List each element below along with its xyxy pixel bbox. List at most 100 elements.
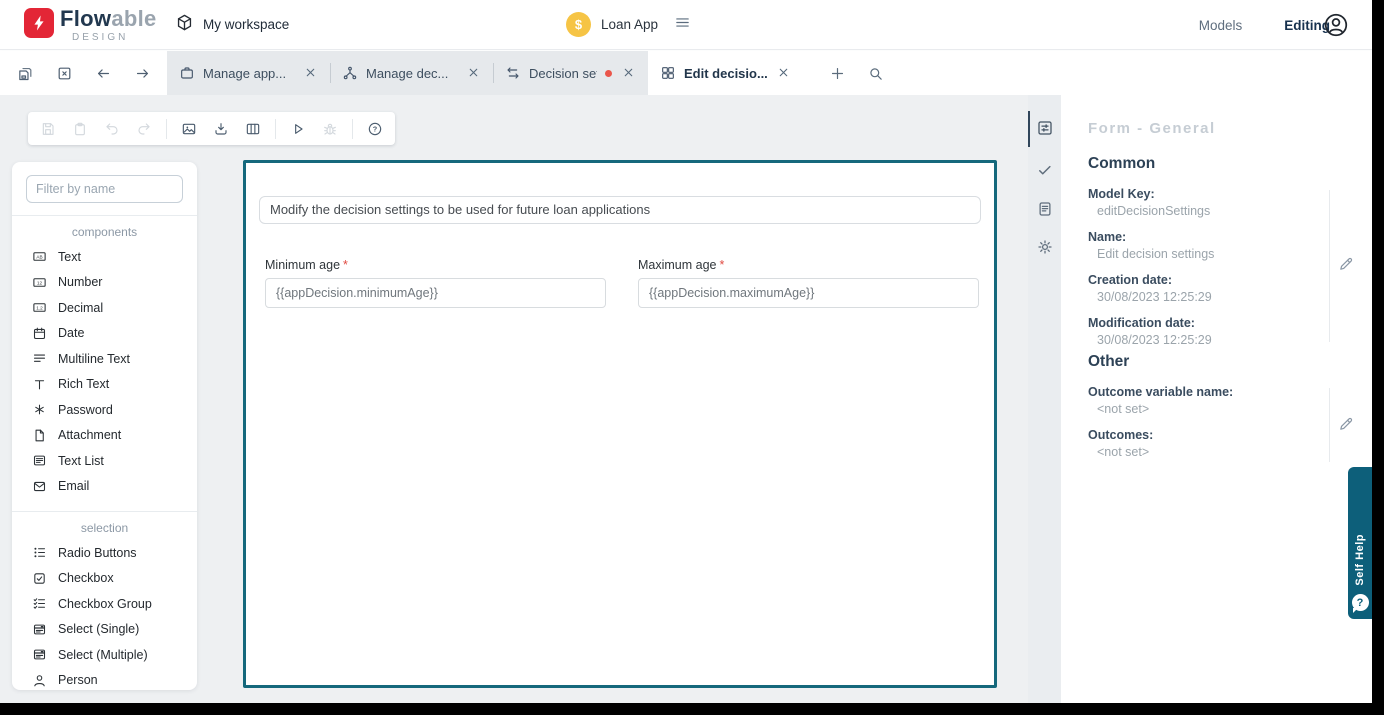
palette-item-label: Email [58,479,89,493]
export-image-icon[interactable] [179,119,199,139]
form-canvas[interactable]: Modify the decision settings to be used … [243,160,997,688]
palette-item-radio-buttons[interactable]: Radio Buttons [12,540,197,566]
app-name: Loan App [601,17,658,32]
brand-flow: Flow [60,6,111,31]
palette-item-rich-text[interactable]: Rich Text [12,372,197,398]
current-app[interactable]: $ Loan App [566,12,691,37]
layout-columns-icon[interactable] [243,119,263,139]
number-field-icon: 12 [31,274,47,290]
palette-item-select-single[interactable]: Select (Single) [12,617,197,643]
password-field-icon [31,402,47,418]
palette-item-person[interactable]: Person [12,668,197,694]
self-help-button[interactable]: Self Help ? [1348,467,1372,619]
property-label: Name: [1088,229,1310,246]
palette-item-select-multiple[interactable]: Select (Multiple) [12,642,197,668]
close-icon[interactable] [622,66,636,80]
toolbar-divider [352,119,353,139]
palette-item-decimal[interactable]: 1.2 Decimal [12,295,197,321]
add-tab-icon[interactable] [825,61,849,85]
undo-icon[interactable] [102,119,122,139]
palette-item-number[interactable]: 12Number [12,270,197,296]
redo-icon[interactable] [134,119,154,139]
briefcase-icon [179,65,195,81]
edit-rail [1329,190,1330,342]
text-field-icon: AB [31,249,47,265]
tab-label: Edit decisio... [684,66,769,81]
search-tabs-icon[interactable] [863,61,887,85]
back-arrow-icon[interactable] [90,60,116,86]
palette-item-checkbox-group[interactable]: Checkbox Group [12,591,197,617]
nav-models[interactable]: Models [1199,18,1243,33]
brand-able: able [111,6,156,31]
palette-item-password[interactable]: Password [12,397,197,423]
import-icon[interactable] [211,119,231,139]
palette-item-email[interactable]: Email [12,474,197,500]
palette-item-label: Multiline Text [58,352,130,366]
close-icon[interactable] [304,66,318,80]
save-all-icon[interactable] [12,60,38,86]
help-icon[interactable]: ? [365,119,385,139]
run-icon[interactable] [288,119,308,139]
toolbar-divider [275,119,276,139]
palette-item-label: Rich Text [58,377,109,391]
tab-decision-settings[interactable]: Decision set... [493,51,648,95]
properties-group-common: Common Model Key: editDecisionSettings N… [1088,155,1310,358]
editor-content: ? components ABText 12Number 1.2Decimal … [0,95,1372,703]
workspace-selector[interactable]: My workspace [175,13,289,35]
brand-subtitle: DESIGN [72,33,157,43]
paste-icon[interactable] [70,119,90,139]
tab-label: Manage dec... [366,66,459,81]
radio-buttons-icon [31,545,47,561]
close-icon[interactable] [467,66,481,80]
date-field-icon [31,325,47,341]
unsaved-indicator [605,70,612,77]
palette-item-date[interactable]: Date [12,321,197,347]
close-tab-icon[interactable] [51,60,77,86]
save-icon[interactable] [38,119,58,139]
tab-edit-decision-settings[interactable]: Edit decisio... [648,51,803,95]
properties-group-other: Other Outcome variable name: <not set> O… [1088,353,1310,470]
form-description-text[interactable]: Modify the decision settings to be used … [259,196,981,224]
palette-divider [12,511,197,512]
open-tabs: Manage app... Manage dec... Decision set… [167,51,803,95]
tab-manage-app[interactable]: Manage app... [167,51,330,95]
minimum-age-field[interactable]: Minimum age* [265,258,606,308]
edit-common-pencil-icon[interactable] [1338,255,1356,273]
palette-item-label: Select (Single) [58,622,139,636]
filter-input[interactable] [26,175,183,203]
edit-rail [1329,388,1330,462]
palette-item-multiline-text[interactable]: Multiline Text [12,346,197,372]
minimum-age-input[interactable] [265,278,606,308]
user-avatar-icon[interactable] [1322,11,1350,39]
tab-manage-decision[interactable]: Manage dec... [330,51,493,95]
settings-gear-icon[interactable] [1036,238,1054,256]
validation-check-icon[interactable] [1036,161,1054,179]
edit-other-pencil-icon[interactable] [1338,415,1356,433]
palette-item-attachment[interactable]: Attachment [12,423,197,449]
palette-item-text[interactable]: ABText [12,244,197,270]
form-fields-row: Minimum age* Maximum age* [265,258,979,308]
forward-arrow-icon[interactable] [129,60,155,86]
svg-text:12: 12 [36,280,42,285]
flowable-logo: Flowable DESIGN [24,8,157,43]
help-bubble-icon: ? [1352,594,1369,611]
svg-text:?: ? [373,124,378,133]
property-label: Outcomes: [1088,427,1310,444]
property-row: Modification date: 30/08/2023 12:25:29 [1088,315,1310,349]
hamburger-icon[interactable] [674,14,691,36]
maximum-age-field[interactable]: Maximum age* [638,258,979,308]
decimal-field-icon: 1.2 [31,300,47,316]
palette-item-text-list[interactable]: Text List [12,448,197,474]
form-properties-icon[interactable] [1036,119,1054,137]
palette-item-checkbox[interactable]: Checkbox [12,566,197,592]
tab-label: Manage app... [203,66,296,81]
property-row: Name: Edit decision settings [1088,229,1310,263]
brand-text: Flowable DESIGN [60,8,157,43]
property-row: Outcome variable name: <not set> [1088,384,1310,418]
documentation-icon[interactable] [1036,200,1054,218]
close-icon[interactable] [777,66,791,80]
palette-item-label: Decimal [58,301,103,315]
rich-text-icon [31,376,47,392]
maximum-age-input[interactable] [638,278,979,308]
debug-icon[interactable] [320,119,340,139]
